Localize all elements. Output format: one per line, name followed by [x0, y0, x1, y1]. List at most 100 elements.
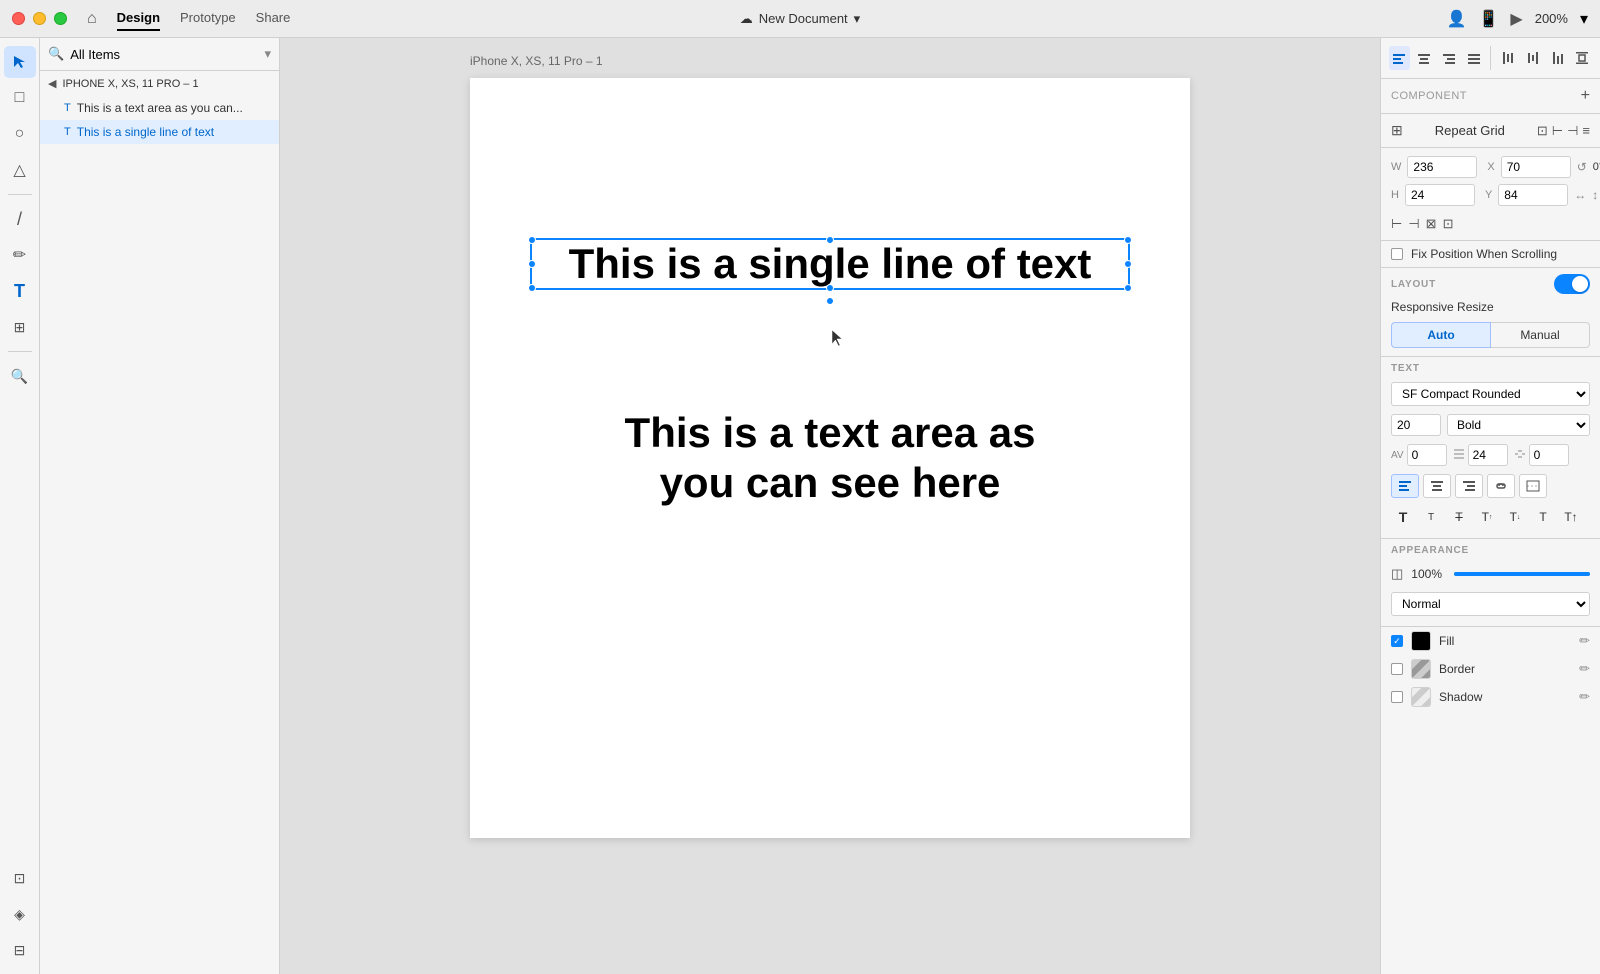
- fix-position-checkbox[interactable]: [1391, 248, 1403, 260]
- align-middle-btn[interactable]: [1522, 46, 1543, 70]
- selection-handle-tl[interactable]: [528, 236, 536, 244]
- constraint-right-icon[interactable]: ⊠: [1426, 216, 1437, 232]
- selection-handle-bl[interactable]: [528, 284, 536, 292]
- selection-handle-lc[interactable]: [528, 260, 536, 268]
- fill-checkbox[interactable]: ✓: [1391, 635, 1403, 647]
- triangle-tool[interactable]: △: [4, 154, 36, 186]
- zoom-tool[interactable]: 🔍: [4, 360, 36, 392]
- font-size-input[interactable]: [1391, 414, 1441, 436]
- selection-handle-bc[interactable]: [826, 284, 834, 292]
- selection-handle-tc[interactable]: [826, 236, 834, 244]
- x-input[interactable]: [1501, 156, 1571, 178]
- rectangle-tool[interactable]: □: [4, 82, 36, 114]
- shadow-checkbox[interactable]: [1391, 691, 1403, 703]
- letter-spacing-input[interactable]: [1529, 444, 1569, 466]
- artboard-tool[interactable]: ⊡: [4, 862, 36, 894]
- align-top-btn[interactable]: [1497, 46, 1518, 70]
- width-input[interactable]: [1407, 156, 1477, 178]
- static-text-element[interactable]: This is a text area as you can see here: [530, 408, 1130, 509]
- text-style-superscript-btn[interactable]: T↑: [1475, 506, 1499, 528]
- home-button[interactable]: ⌂: [87, 10, 97, 28]
- play-button[interactable]: ▶: [1510, 9, 1522, 29]
- rg-link-icon[interactable]: ⊣: [1567, 123, 1578, 139]
- blend-mode-select[interactable]: Normal Multiply Screen Overlay: [1391, 592, 1590, 616]
- minimize-button[interactable]: [33, 12, 46, 25]
- align-center-btn[interactable]: [1414, 46, 1435, 70]
- text-style-arrow-btn[interactable]: T↑: [1559, 506, 1583, 528]
- text-style-subscript-btn[interactable]: T↓: [1503, 506, 1527, 528]
- text-align-right-btn[interactable]: [1455, 474, 1483, 498]
- height-input[interactable]: [1405, 184, 1475, 206]
- line-tool[interactable]: /: [4, 203, 36, 235]
- align-justify-btn[interactable]: [1463, 46, 1484, 70]
- shadow-edit-icon[interactable]: ✏: [1579, 689, 1590, 705]
- text-link-btn[interactable]: [1487, 474, 1515, 498]
- ellipse-tool[interactable]: ○: [4, 118, 36, 150]
- fill-edit-icon[interactable]: ✏: [1579, 633, 1590, 649]
- text-align-left-btn[interactable]: [1391, 474, 1419, 498]
- rotation-icon[interactable]: ↺: [1577, 160, 1587, 174]
- fullscreen-button[interactable]: [54, 12, 67, 25]
- text-overflow-btn[interactable]: [1519, 474, 1547, 498]
- document-title-area[interactable]: ☁ New Document ▾: [740, 11, 860, 27]
- text-align-center-btn[interactable]: [1423, 474, 1451, 498]
- distribute-btn[interactable]: [1571, 46, 1592, 70]
- selected-text-element[interactable]: This is a single line of text: [530, 238, 1130, 290]
- rg-paste-icon[interactable]: ⊢: [1552, 123, 1563, 139]
- add-component-button[interactable]: +: [1581, 87, 1590, 105]
- zoom-dropdown-icon[interactable]: ▾: [1580, 9, 1588, 29]
- text-style-large-btn[interactable]: T: [1391, 506, 1415, 528]
- font-family-select[interactable]: SF Compact Rounded: [1391, 382, 1590, 406]
- constraint-center-icon[interactable]: ⊣: [1408, 216, 1419, 232]
- av-input[interactable]: [1407, 444, 1447, 466]
- canvas-area[interactable]: iPhone X, XS, 11 Pro – 1 This is a singl…: [280, 38, 1380, 974]
- auto-resize-btn[interactable]: Auto: [1391, 322, 1491, 348]
- zoom-level[interactable]: 200%: [1535, 11, 1568, 26]
- layer-back-icon[interactable]: ◀: [48, 77, 56, 90]
- font-weight-select[interactable]: Bold Regular Medium: [1447, 414, 1590, 436]
- border-edit-icon[interactable]: ✏: [1579, 661, 1590, 677]
- layers-search-input[interactable]: [70, 47, 258, 62]
- text-style-small-btn[interactable]: T: [1419, 506, 1443, 528]
- selection-handle-br[interactable]: [1124, 284, 1132, 292]
- align-right-btn[interactable]: [1439, 46, 1460, 70]
- constraint-left-icon[interactable]: ⊢: [1391, 216, 1402, 232]
- responsive-resize-toggle[interactable]: [1554, 274, 1590, 294]
- select-tool[interactable]: [4, 46, 36, 78]
- manual-resize-btn[interactable]: Manual: [1491, 322, 1590, 348]
- pen-tool[interactable]: ✏: [4, 239, 36, 271]
- shadow-color-swatch[interactable]: [1411, 687, 1431, 707]
- opacity-slider[interactable]: [1454, 572, 1590, 576]
- selection-handle-rc[interactable]: [1124, 260, 1132, 268]
- layer-group-header[interactable]: ◀ IPHONE X, XS, 11 PRO – 1: [40, 71, 279, 96]
- layer-item-1[interactable]: T This is a single line of text: [40, 120, 279, 144]
- tab-share[interactable]: Share: [256, 6, 291, 31]
- align-bottom-btn[interactable]: [1546, 46, 1567, 70]
- flip-h-icon[interactable]: ↔: [1574, 188, 1586, 202]
- rg-more-icon[interactable]: ≡: [1582, 123, 1590, 139]
- y-input[interactable]: [1498, 184, 1568, 206]
- layer-item-0[interactable]: T This is a text area as you can...: [40, 96, 279, 120]
- border-color-swatch[interactable]: [1411, 659, 1431, 679]
- selection-handle-tr[interactable]: [1124, 236, 1132, 244]
- text-style-caps-btn[interactable]: T: [1531, 506, 1555, 528]
- rg-copy-icon[interactable]: ⊡: [1537, 123, 1548, 139]
- tab-design[interactable]: Design: [117, 6, 160, 31]
- constraint-fill-icon[interactable]: ⊡: [1443, 216, 1454, 232]
- artboard[interactable]: This is a single line of text: [470, 78, 1190, 838]
- text-tool[interactable]: T: [4, 275, 36, 307]
- search-filter-dropdown[interactable]: ▾: [264, 46, 271, 62]
- border-checkbox[interactable]: [1391, 663, 1403, 675]
- fill-color-swatch[interactable]: [1411, 631, 1431, 651]
- text-style-strikethrough-btn[interactable]: T: [1447, 506, 1471, 528]
- align-left-btn[interactable]: [1389, 46, 1410, 70]
- user-icon[interactable]: 👤: [1447, 9, 1467, 29]
- layers-tool[interactable]: ◈: [4, 898, 36, 930]
- device-icon[interactable]: 📱: [1478, 9, 1498, 29]
- assets-tool[interactable]: ⊟: [4, 934, 36, 966]
- component-tool[interactable]: ⊞: [4, 311, 36, 343]
- close-button[interactable]: [12, 12, 25, 25]
- flip-v-icon[interactable]: ↕: [1592, 188, 1598, 202]
- tab-prototype[interactable]: Prototype: [180, 6, 236, 31]
- line-height-input[interactable]: [1468, 444, 1508, 466]
